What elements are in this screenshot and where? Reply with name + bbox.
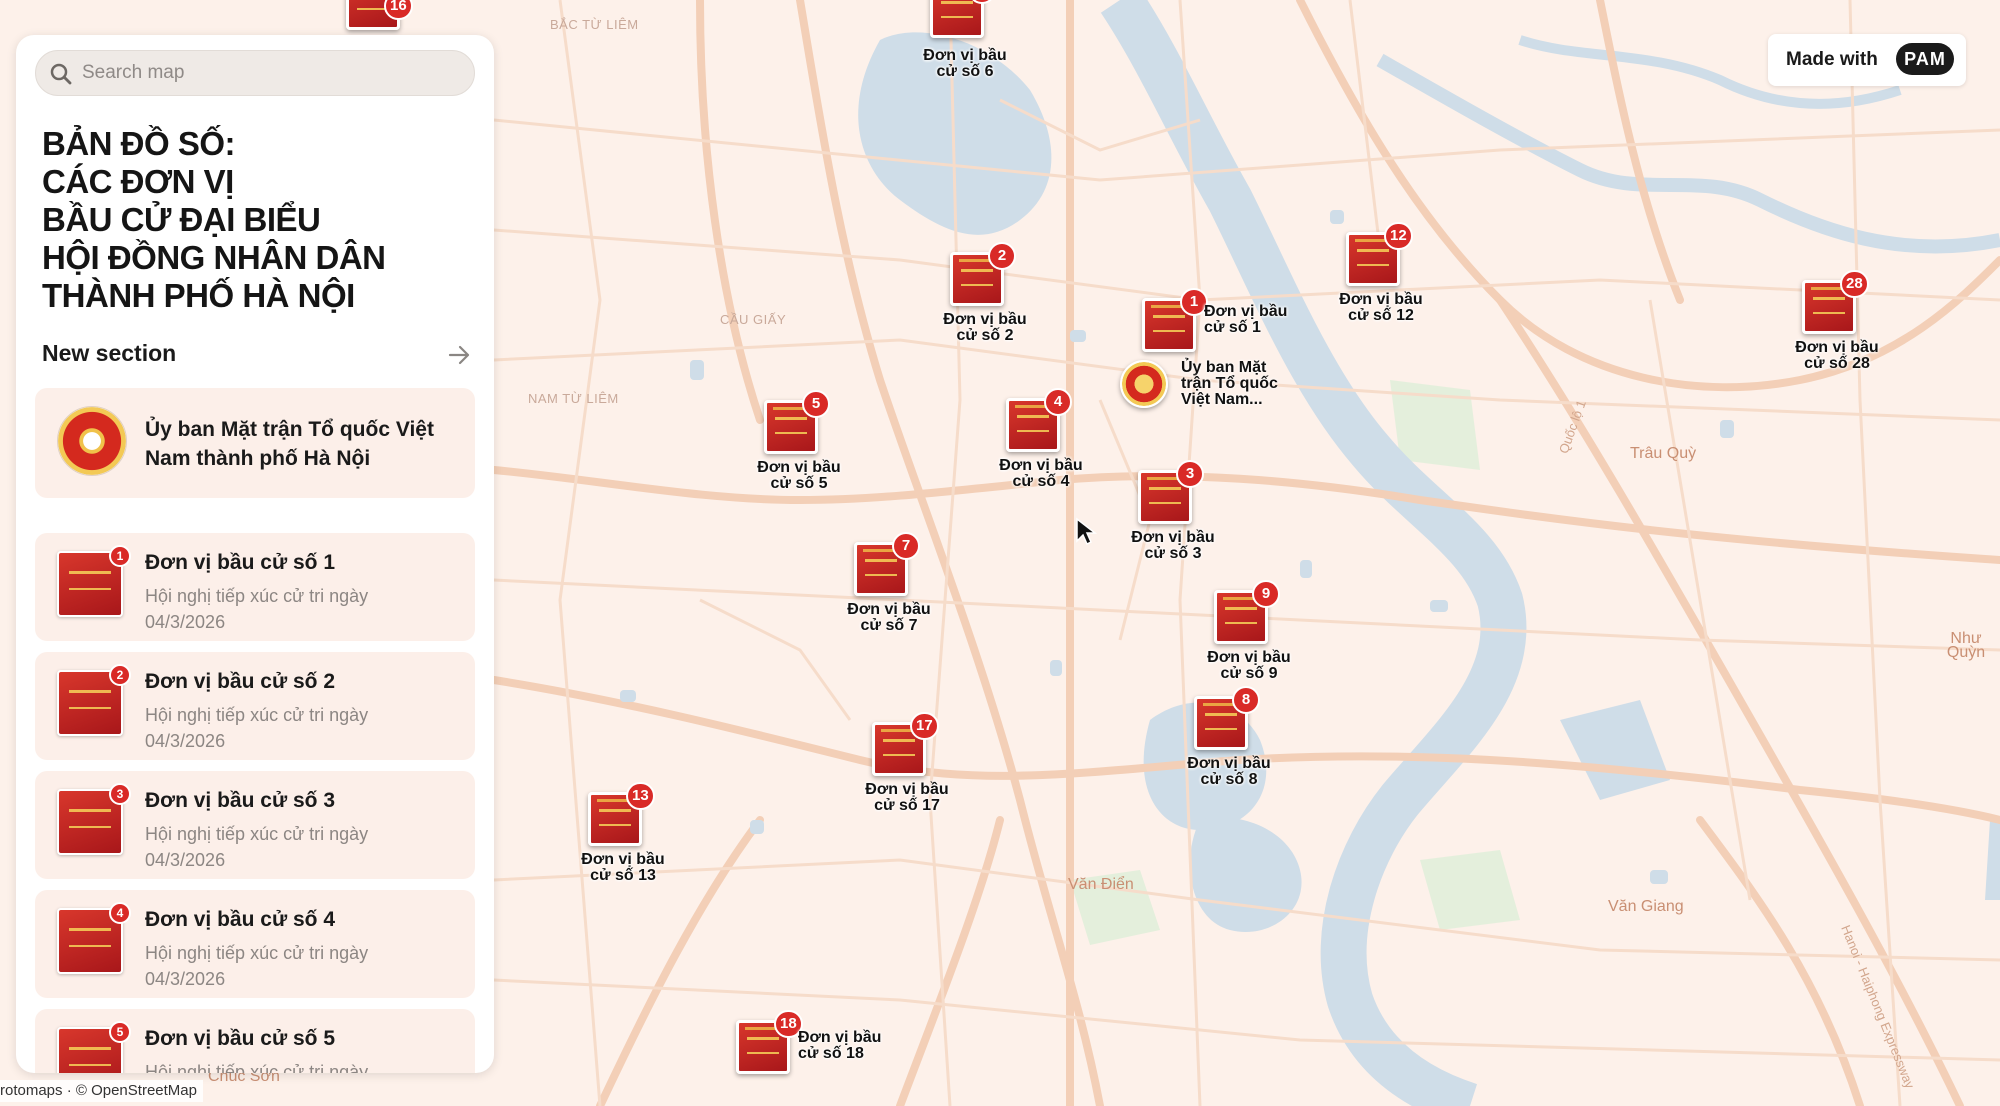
org-card[interactable]: Ủy ban Mặt trận Tổ quốc Việt Nam thành p… [35, 388, 475, 498]
item-description: Hội nghị tiếp xúc cử tri ngày 04/3/2026 [145, 705, 369, 751]
section-label: New section [42, 340, 177, 366]
made-with-badge[interactable]: Made with PAM [1768, 34, 1966, 86]
item-title: Đơn vị bầu cử số 2 [145, 670, 336, 693]
item-description: Hội nghị tiếp xúc cử tri ngày 04/3/2026 [145, 586, 369, 632]
marker-label: Đơn vị bầu cử số 1 [1204, 303, 1288, 336]
map-label-van-giang: Văn Giang [1608, 898, 1684, 915]
map-label-van-dien: Văn Điển [1068, 876, 1134, 893]
marker-label: Đơn vị bầu cử số 18 [798, 1029, 882, 1062]
item-badge: 1 [109, 545, 131, 567]
org-name: Ủy ban Mặt trận Tổ quốc Việt Nam thành p… [145, 418, 434, 470]
search-bar[interactable] [35, 50, 475, 96]
page-title: BẢN ĐỒ SỐ: CÁC ĐƠN VỊ BẦU CỬ ĐẠI BIỂU HỘ… [42, 125, 386, 314]
marker-badge: 7 [892, 532, 920, 560]
item-description: Hội nghị tiếp xúc cử tri ngày [145, 1062, 369, 1073]
marker-thumbnail [930, 0, 984, 38]
list-item[interactable]: 3 Đơn vị bầu cử số 3 Hội nghị tiếp xúc c… [35, 771, 475, 879]
marker-label: Đơn vị bầu cử số 8 [1187, 755, 1271, 788]
map-marker-mttq-emblem[interactable] [1120, 360, 1168, 408]
marker-label: Đơn vị bầu cử số 3 [1131, 529, 1215, 562]
list-item[interactable]: 2 Đơn vị bầu cử số 2 Hội nghị tiếp xúc c… [35, 652, 475, 760]
marker-badge: 5 [802, 390, 830, 418]
map-label-trau-quy: Trâu Quỳ [1630, 445, 1697, 462]
item-title: Đơn vị bầu cử số 3 [145, 789, 336, 812]
made-with-label: Made with [1786, 49, 1878, 70]
emblem-marker-label: Ủy ban Mặt trận Tổ quốc Việt Nam... [1181, 359, 1278, 408]
map-attribution[interactable]: rotomaps · © OpenStreetMap [0, 1080, 203, 1102]
list-item[interactable]: 4 Đơn vị bầu cử số 4 Hội nghị tiếp xúc c… [35, 890, 475, 998]
marker-badge: 2 [988, 242, 1016, 270]
list-item[interactable]: 1 Đơn vị bầu cử số 1 Hội nghị tiếp xúc c… [35, 533, 475, 641]
marker-badge: 12 [1384, 222, 1413, 250]
search-icon [50, 63, 72, 85]
marker-label: Đơn vị bầu cử số 6 [923, 47, 1007, 80]
marker-label: Đơn vị bầu cử số 13 [581, 851, 665, 884]
marker-badge: 28 [1840, 270, 1869, 298]
marker-badge: 8 [1232, 686, 1260, 714]
arrow-right-icon[interactable] [446, 342, 472, 368]
map-label-bac-tu-liem: BẮC TỪ LIÊM [550, 17, 639, 32]
marker-badge: 4 [1044, 388, 1072, 416]
pam-logo: PAM [1896, 43, 1954, 75]
mouse-cursor-icon [1076, 517, 1098, 546]
list-item[interactable]: 5 Đơn vị bầu cử số 5 Hội nghị tiếp xúc c… [35, 1009, 475, 1073]
marker-badge: 9 [1252, 580, 1280, 608]
item-description: Hội nghị tiếp xúc cử tri ngày 04/3/2026 [145, 943, 369, 989]
item-badge: 3 [109, 783, 131, 805]
item-title: Đơn vị bầu cử số 4 [145, 908, 336, 931]
marker-badge: 17 [910, 712, 939, 740]
section-header[interactable]: New section [42, 340, 472, 370]
item-description: Hội nghị tiếp xúc cử tri ngày 04/3/2026 [145, 824, 369, 870]
mttq-emblem-icon [57, 406, 127, 476]
marker-label: Đơn vị bầu cử số 7 [847, 601, 931, 634]
marker-label: Đơn vị bầu cử số 2 [943, 311, 1027, 344]
item-badge: 4 [109, 902, 131, 924]
item-title: Đơn vị bầu cử số 1 [145, 551, 336, 574]
item-badge: 2 [109, 664, 131, 686]
marker-badge: 3 [1176, 460, 1204, 488]
marker-label: Đơn vị bầu cử số 28 [1795, 339, 1879, 372]
search-input[interactable] [82, 51, 462, 95]
map-label-nam-tu-liem: NAM TỪ LIÊM [528, 391, 619, 406]
map-label-nhu-quynh: Như Quỳn [1946, 630, 1986, 661]
side-panel: BẢN ĐỒ SỐ: CÁC ĐƠN VỊ BẦU CỬ ĐẠI BIỂU HỘ… [16, 35, 494, 1073]
map-label-cau-giay: CẦU GIẤY [720, 312, 787, 327]
marker-label: Đơn vị bầu cử số 12 [1339, 291, 1423, 324]
marker-label: Đơn vị bầu cử số 4 [999, 457, 1083, 490]
marker-label: Đơn vị bầu cử số 17 [865, 781, 949, 814]
marker-badge: 13 [626, 782, 655, 810]
marker-label: Đơn vị bầu cử số 9 [1207, 649, 1291, 682]
item-badge: 5 [109, 1021, 131, 1043]
marker-label: Đơn vị bầu cử số 5 [757, 459, 841, 492]
item-title: Đơn vị bầu cử số 5 [145, 1027, 336, 1050]
